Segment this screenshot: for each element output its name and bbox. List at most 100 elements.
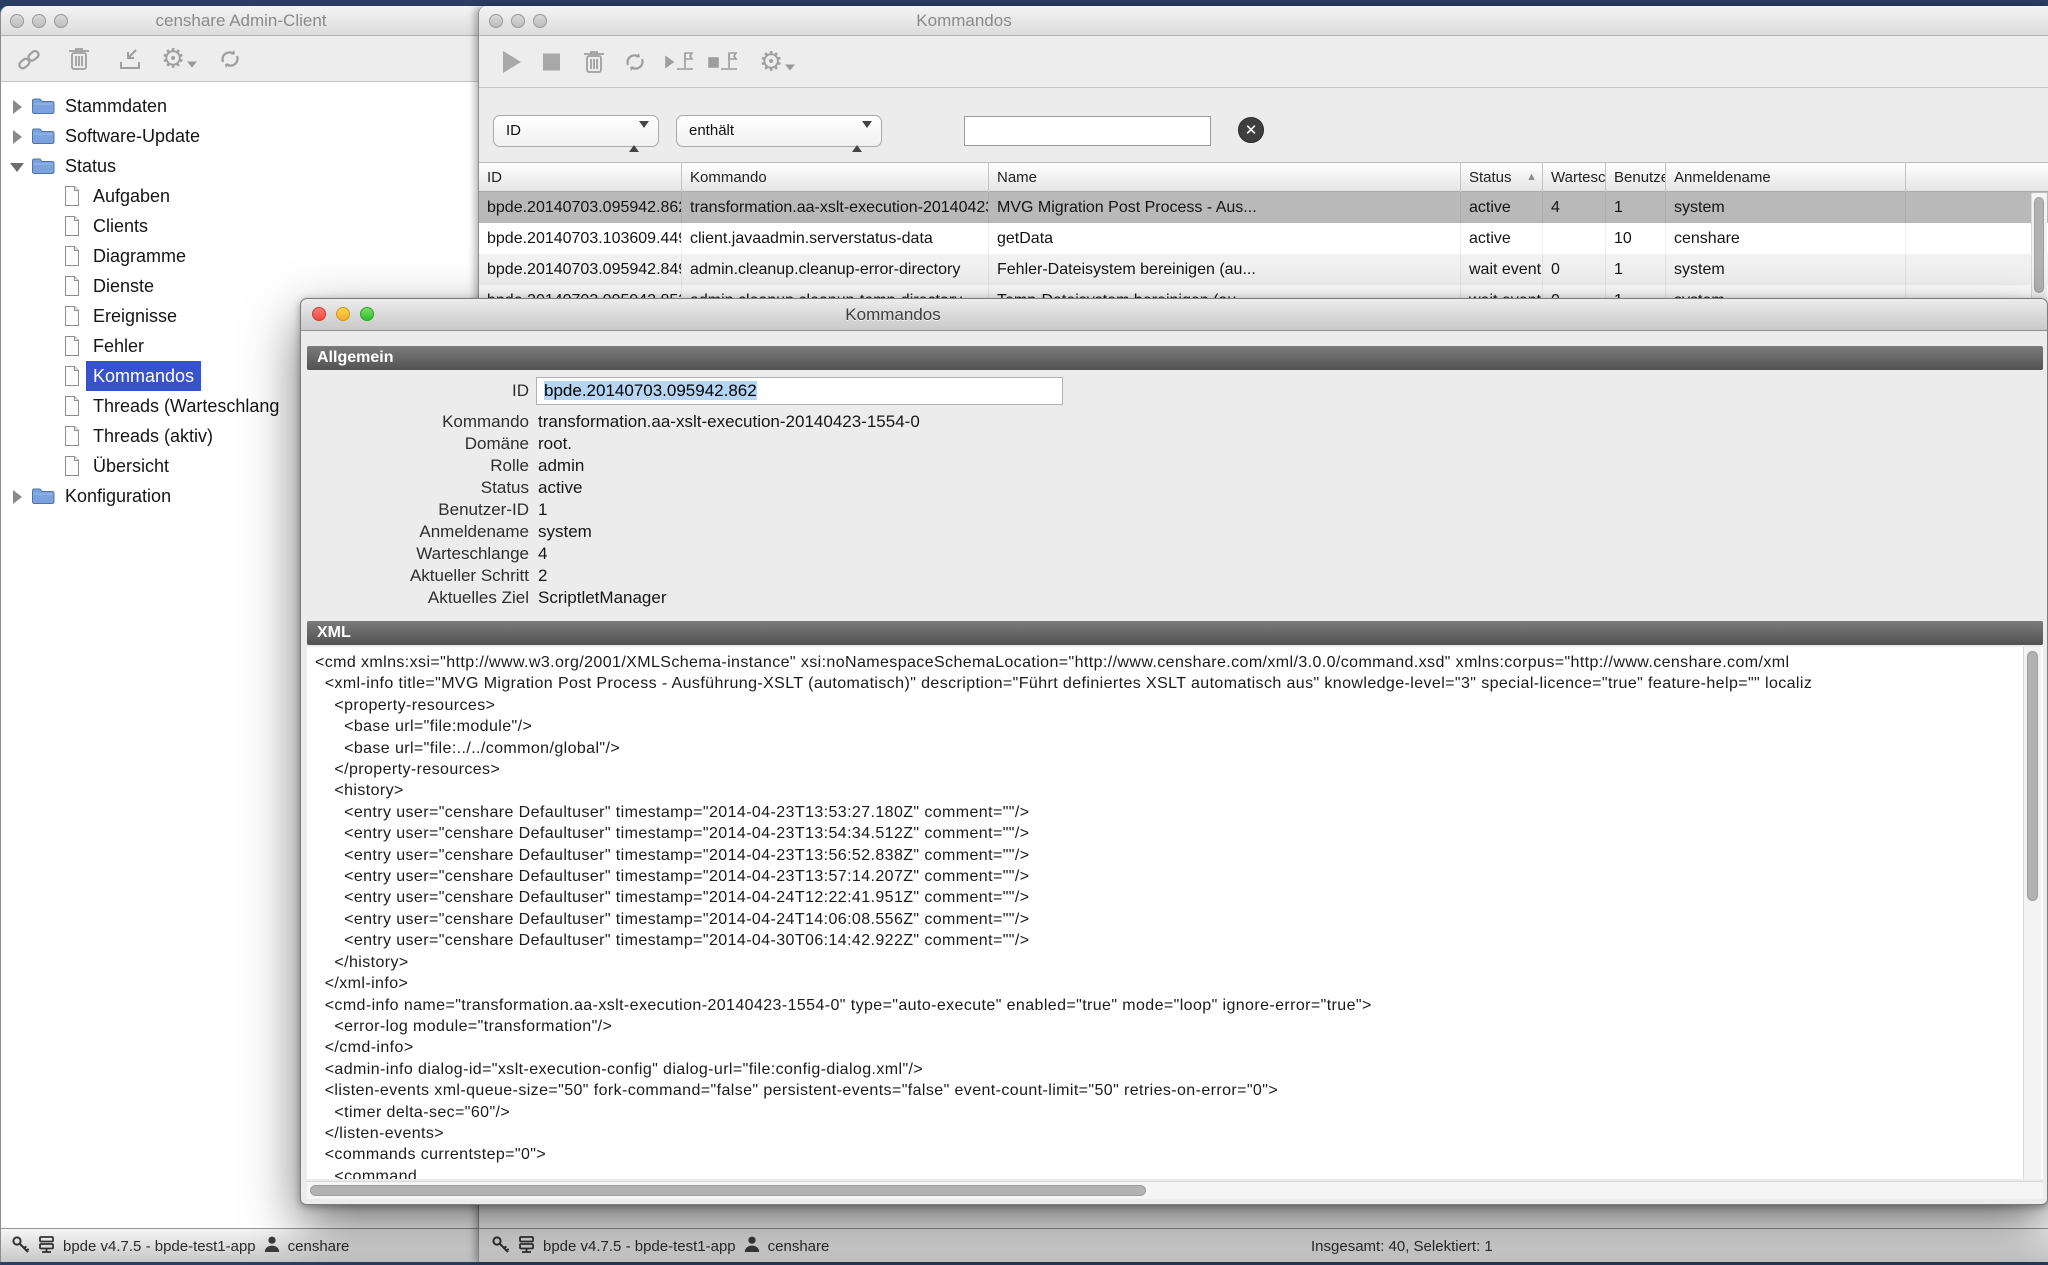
filter-operator-value: enthält <box>689 122 734 139</box>
table-header: ID Kommando Name Status ▲ Wartesch... Ben… <box>479 162 2048 192</box>
xml-line: <cmd-info name="transformation.aa-xslt-e… <box>315 995 2043 1016</box>
table-row[interactable]: bpde.20140703.103609.449 client.javaadmi… <box>479 223 2048 254</box>
server-icon <box>517 1235 536 1258</box>
refresh-button[interactable] <box>216 46 244 72</box>
cell-status: wait event <box>1461 254 1543 285</box>
close-icon[interactable] <box>489 14 503 28</box>
gear-icon: ⚙ <box>759 48 783 75</box>
column-header-warteschlange[interactable]: Wartesch... <box>1543 163 1606 193</box>
cell-kommando: transformation.aa-xslt-execution-2014042… <box>682 192 989 223</box>
dialog-titlebar[interactable]: Kommandos <box>301 299 2047 331</box>
column-header-status[interactable]: Status ▲ <box>1461 163 1543 193</box>
tree-item-label: Ereignisse <box>93 301 177 331</box>
window-title: Kommandos <box>864 6 1064 35</box>
xml-line: <entry user="censhare Defaultuser" times… <box>315 845 2043 866</box>
column-header-benutzer[interactable]: Benutzer... <box>1606 163 1666 193</box>
column-header-name[interactable]: Name <box>989 163 1461 193</box>
zoom-icon[interactable] <box>54 14 68 28</box>
filter-text-input[interactable] <box>964 116 1211 146</box>
tree-item-label: Aufgaben <box>93 181 170 211</box>
settings-button[interactable]: ⚙ <box>759 48 795 75</box>
cell-id: bpde.20140703.095942.862 <box>479 192 682 223</box>
link-button[interactable] <box>15 46 43 72</box>
column-header-label: Status <box>1469 169 1512 186</box>
filter-operator-select[interactable]: enthält <box>676 115 882 147</box>
commands-statusbar: bpde v4.7.5 - bpde-test1-app censhare In… <box>479 1228 2048 1262</box>
field-label: Domäne <box>319 433 529 455</box>
id-input-value: bpde.20140703.095942.862 <box>544 381 757 400</box>
server-label: bpde v4.7.5 - bpde-test1-app <box>63 1238 256 1255</box>
table-row-selected[interactable]: bpde.20140703.095942.862 transformation.… <box>479 192 2048 223</box>
disclosure-triangle-icon[interactable] <box>13 130 22 144</box>
dialog-title: Kommandos <box>793 299 993 330</box>
stop-button[interactable] <box>543 53 560 70</box>
xml-line: </listen-events> <box>315 1123 2043 1144</box>
field-value: admin <box>538 455 584 477</box>
sort-ascending-icon: ▲ <box>1526 163 1537 192</box>
xml-line: </history> <box>315 952 2043 973</box>
cell-id: bpde.20140703.095942.849 <box>479 254 682 285</box>
queue-stop-button[interactable] <box>707 49 739 75</box>
xml-line: <property-resources> <box>315 695 2043 716</box>
delete-button[interactable] <box>67 46 91 72</box>
disclosure-triangle-icon[interactable] <box>10 163 24 172</box>
tree-item-label-selected: Kommandos <box>86 361 201 391</box>
disclosure-triangle-icon[interactable] <box>13 490 22 504</box>
trash-icon <box>582 49 606 75</box>
tree-item-label: Threads (aktiv) <box>93 421 213 451</box>
field-value: ScriptletManager <box>538 587 667 609</box>
xml-vertical-scrollbar[interactable] <box>2023 647 2041 1179</box>
disclosure-triangle-icon[interactable] <box>13 100 22 114</box>
column-header-id[interactable]: ID <box>479 163 682 193</box>
filter-bar: ID enthält ✕ <box>479 88 2048 160</box>
chevron-down-icon <box>187 62 197 68</box>
selection-summary: Insgesamt: 40, Selektiert: 1 <box>1311 1238 1493 1255</box>
cell-warteschlange: 0 <box>1543 254 1606 285</box>
refresh-button[interactable] <box>621 49 649 75</box>
column-header-kommando[interactable]: Kommando <box>682 163 989 193</box>
column-header-anmeldename[interactable]: Anmeldename <box>1666 163 1906 193</box>
field-label: Status <box>319 477 529 499</box>
commands-toolbar: ⚙ <box>479 36 2048 88</box>
table-row[interactable]: bpde.20140703.095942.849 admin.cleanup.c… <box>479 254 2048 285</box>
field-value: active <box>538 477 582 499</box>
run-button[interactable] <box>503 51 521 73</box>
scrollbar-thumb[interactable] <box>2034 197 2044 293</box>
zoom-icon[interactable] <box>533 14 547 28</box>
clear-filter-button[interactable]: ✕ <box>1238 117 1264 143</box>
delete-button[interactable] <box>582 49 606 75</box>
cell-kommando: client.javaadmin.serverstatus-data <box>682 223 989 254</box>
cell-id: bpde.20140703.103609.449 <box>479 223 682 254</box>
minimize-icon[interactable] <box>336 307 350 321</box>
filter-field-select[interactable]: ID <box>493 115 659 147</box>
queue-start-button[interactable] <box>663 49 695 75</box>
xml-horizontal-scrollbar[interactable] <box>307 1181 2043 1199</box>
commands-titlebar[interactable]: Kommandos <box>479 6 2048 36</box>
field-value: 4 <box>538 543 547 565</box>
play-icon <box>503 51 521 73</box>
gear-icon: ⚙ <box>161 45 185 72</box>
key-icon <box>11 1235 30 1258</box>
table-vertical-scrollbar[interactable] <box>2031 193 2047 305</box>
zoom-icon[interactable] <box>360 307 374 321</box>
cell-warteschlange: 4 <box>1543 192 1606 223</box>
trash-icon <box>67 46 91 72</box>
xml-line: <admin-info dialog-id="xslt-execution-co… <box>315 1059 2043 1080</box>
minimize-icon[interactable] <box>511 14 525 28</box>
scrollbar-thumb[interactable] <box>2027 651 2038 901</box>
cell-benutzer: 10 <box>1606 223 1666 254</box>
close-icon[interactable] <box>10 14 24 28</box>
tree-item-label: Software-Update <box>65 121 200 151</box>
tree-item-label: Fehler <box>93 331 144 361</box>
xml-content-area[interactable]: <cmd xmlns:xsi="http://www.w3.org/2001/X… <box>307 647 2043 1179</box>
cell-name: MVG Migration Post Process - Aus... <box>989 192 1461 223</box>
close-icon[interactable] <box>312 307 326 321</box>
id-input[interactable]: bpde.20140703.095942.862 <box>536 377 1063 405</box>
minimize-icon[interactable] <box>32 14 46 28</box>
import-button[interactable] <box>117 46 143 72</box>
tree-item-label: Clients <box>93 211 148 241</box>
xml-line: </xml-info> <box>315 973 2043 994</box>
settings-button[interactable]: ⚙ <box>161 45 197 72</box>
scrollbar-thumb[interactable] <box>310 1185 1146 1196</box>
field-label: Rolle <box>319 455 529 477</box>
